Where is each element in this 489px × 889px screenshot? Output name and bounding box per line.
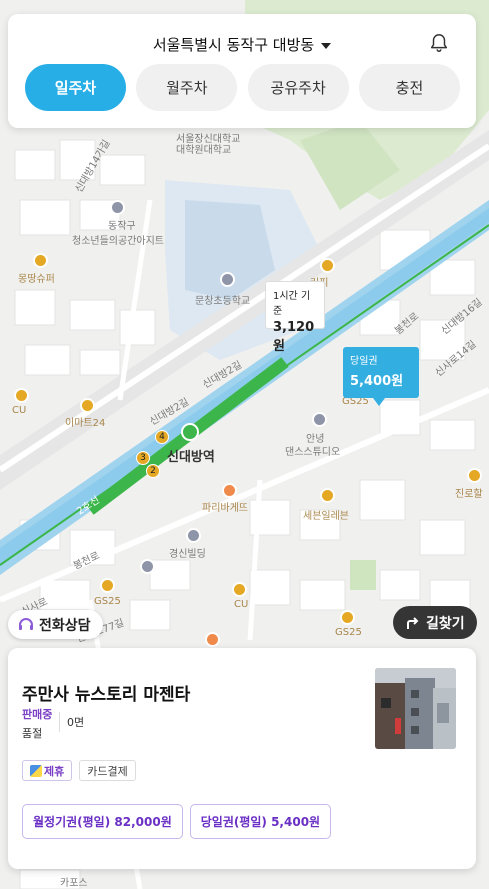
studio-icon — [312, 412, 327, 427]
map-label-kyungsin: 경신빌딩 — [169, 549, 206, 560]
location-label: 서울특별시 동작구 대방동 — [152, 36, 315, 54]
ticket-daily-weekday[interactable]: 당일권(평일) 5,400원 — [189, 804, 332, 839]
restaurant-icon — [205, 632, 220, 647]
seven-store-icon — [320, 488, 335, 503]
directions-label: 길찾기 — [426, 615, 465, 632]
landmark-icon — [110, 200, 125, 215]
gs25-store-icon-bottom — [340, 610, 355, 625]
coffee-icon — [320, 258, 335, 273]
turn-right-icon — [407, 616, 419, 629]
map-label-gs25-bottom: GS25 — [335, 627, 362, 638]
cu-store-icon-bottom — [232, 582, 247, 597]
map-label-youth-center: 동작구 — [108, 221, 136, 232]
map-label-studio-sub: 댄스스튜디오 — [285, 447, 341, 458]
map-label-mongttang: 몽땅슈퍼 — [18, 274, 55, 285]
location-selector[interactable]: 서울특별시 동작구 대방동 — [8, 34, 476, 55]
store-icon — [33, 253, 48, 268]
headset-icon — [19, 617, 33, 630]
building-icon — [186, 528, 201, 543]
parking-icon — [140, 559, 155, 574]
price-tag-daily[interactable]: 당일권 5,400원 — [343, 347, 419, 406]
line-3-badge: 3 — [136, 451, 150, 465]
map-label-gs25-left: GS25 — [94, 596, 121, 607]
parking-lot-photo[interactable] — [375, 668, 456, 749]
parking-lot-name: 주만사 뉴스토리 마젠타 — [22, 685, 191, 705]
partner-chip-label: 제휴 — [44, 764, 65, 778]
surface-count: 0면 — [67, 716, 85, 729]
parking-lot-card[interactable]: 주만사 뉴스토리 마젠타 판매중 품절 0면 제휴 카드결제 월정기권(평일) … — [8, 648, 476, 869]
price-tag-daily-price: 5,400원 — [350, 374, 404, 389]
partner-chip: 제휴 — [22, 760, 73, 781]
call-consult-label: 전화상담 — [39, 617, 91, 634]
ticket-monthly-weekday[interactable]: 월정기권(평일) 82,000원 — [22, 804, 183, 839]
map-label-paris: 파리바게뜨 — [202, 503, 248, 514]
bakery-icon — [222, 483, 237, 498]
chevron-down-icon — [321, 42, 332, 49]
ticket-list: 월정기권(평일) 82,000원 당일권(평일) 5,400원 — [22, 804, 332, 839]
line-2-badge: 2 — [146, 464, 160, 478]
map-label-station: 신대방역 — [167, 450, 215, 465]
tab-monthly-parking[interactable]: 월주차 — [136, 64, 238, 111]
tab-shared-parking[interactable]: 공유주차 — [247, 64, 349, 111]
map-label-youth-center-sub: 청소년들의공간아지트 — [72, 236, 164, 247]
line-4-badge: 4 — [155, 430, 169, 444]
partner-logo-icon — [30, 764, 42, 777]
school-icon — [220, 272, 235, 287]
map-label-school: 문창초등학교 — [195, 296, 251, 307]
cu-store-icon — [14, 388, 29, 403]
card-payment-chip: 카드결제 — [79, 760, 136, 781]
price-tag-hourly[interactable]: 1시간 기준 3,120원 — [265, 281, 325, 354]
price-tag-hourly-label: 1시간 기준 — [273, 291, 311, 317]
price-tag-daily-label: 당일권 — [350, 356, 378, 367]
status-onsale: 판매중 — [22, 708, 53, 721]
tab-charging[interactable]: 충전 — [358, 64, 460, 111]
map-label-cu-bottom: CU — [234, 599, 249, 610]
top-panel: 서울특별시 동작구 대방동 일주차 월주차 공유주차 충전 — [8, 14, 476, 128]
map-label-road-j: 진로할 — [455, 489, 483, 500]
map-label-bottom-edge: 카포스 — [60, 878, 88, 889]
map-label-cu-left: CU — [12, 405, 27, 416]
tab-daily-parking[interactable]: 일주차 — [25, 64, 126, 111]
gs25-store-icon-left — [100, 578, 115, 593]
sale-status: 판매중 품절 — [22, 706, 52, 741]
store-icon-right — [467, 468, 482, 483]
building-photo — [375, 668, 456, 749]
directions-button[interactable]: 길찾기 — [393, 606, 477, 639]
map-label-univ-sub: 대학원대학교 — [176, 145, 232, 156]
map-label-seven: 세븐일레븐 — [303, 511, 349, 522]
status-divider — [59, 712, 60, 732]
status-soldout: 품절 — [22, 727, 43, 740]
bell-icon[interactable] — [428, 32, 450, 54]
parking-type-tabs: 일주차 월주차 공유주차 충전 — [25, 64, 460, 111]
feature-chips: 제휴 카드결제 — [22, 760, 136, 781]
emart-store-icon — [80, 398, 95, 413]
price-tag-hourly-price: 3,120원 — [273, 320, 315, 354]
map-label-emart24: 이마트24 — [65, 418, 106, 429]
call-consult-button[interactable]: 전화상담 — [8, 610, 103, 639]
